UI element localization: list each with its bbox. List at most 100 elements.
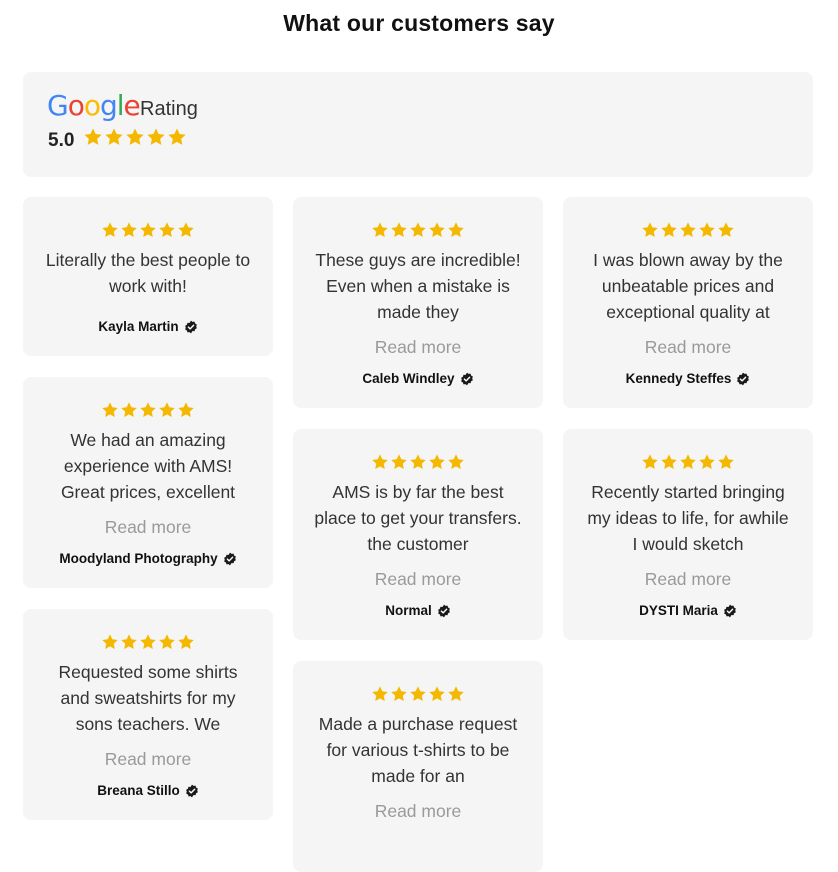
read-more-link[interactable]: Read more — [23, 517, 273, 538]
star-icon — [126, 128, 144, 145]
review-card: Recently started bringing my ideas to li… — [563, 429, 813, 640]
review-author: Breana Stillo — [23, 783, 273, 798]
verified-badge-icon — [460, 372, 473, 385]
review-stars — [563, 221, 813, 239]
google-logo-letter: G — [47, 89, 69, 122]
review-stars — [23, 633, 273, 651]
review-text: AMS is by far the best place to get your… — [314, 482, 522, 554]
star-icon — [391, 222, 407, 238]
star-icon — [699, 454, 715, 470]
star-icon — [102, 634, 118, 650]
review-card: Literally the best people to work with! K… — [23, 197, 273, 356]
review-text: These guys are incredible! Even when a m… — [315, 250, 521, 322]
star-icon — [699, 222, 715, 238]
author-name: DYSTI Maria — [639, 603, 718, 618]
star-icon — [84, 128, 102, 145]
read-more-link[interactable]: Read more — [563, 337, 813, 358]
star-icon — [661, 222, 677, 238]
star-icon — [372, 222, 388, 238]
read-more-link[interactable]: Read more — [563, 569, 813, 590]
review-card: These guys are incredible! Even when a m… — [293, 197, 543, 408]
review-card: We had an amazing experience with AMS! G… — [23, 377, 273, 588]
google-rating-summary: Google Rating 5.0 — [23, 72, 813, 177]
star-icon — [140, 222, 156, 238]
star-icon — [159, 402, 175, 418]
review-stars — [23, 401, 273, 419]
google-logo-letter: e — [123, 89, 141, 122]
star-icon — [159, 634, 175, 650]
star-icon — [372, 686, 388, 702]
review-text: Requested some shirts and sweatshirts fo… — [58, 662, 238, 734]
review-stars — [563, 453, 813, 471]
google-logo-letter: o — [83, 89, 101, 122]
star-icon — [410, 686, 426, 702]
author-name: Normal — [385, 603, 432, 618]
star-icon — [121, 634, 137, 650]
google-logo: Google — [47, 89, 141, 122]
review-stars — [293, 221, 543, 239]
star-icon — [159, 222, 175, 238]
star-icon — [448, 222, 464, 238]
review-stars — [293, 685, 543, 703]
verified-badge-icon — [184, 320, 197, 333]
star-icon — [661, 454, 677, 470]
star-icon — [718, 454, 734, 470]
review-author: Caleb Windley — [293, 371, 543, 386]
star-icon — [121, 222, 137, 238]
star-icon — [178, 402, 194, 418]
review-author: DYSTI Maria — [563, 603, 813, 618]
author-name: Kayla Martin — [98, 319, 179, 334]
read-more-link[interactable]: Read more — [293, 569, 543, 590]
star-icon — [102, 222, 118, 238]
author-name: Kennedy Steffes — [625, 371, 732, 386]
section-title: What our customers say — [283, 10, 555, 36]
verified-badge-icon — [185, 784, 198, 797]
review-text: Made a purchase request for various t-sh… — [318, 714, 518, 786]
review-card: Made a purchase request for various t-sh… — [293, 661, 543, 872]
google-logo-letter: g — [99, 89, 118, 122]
review-author: Kayla Martin — [23, 319, 273, 334]
rating-score: 5.0 — [48, 130, 75, 151]
review-author: Moodyland Photography — [23, 551, 273, 566]
verified-badge-icon — [724, 604, 736, 617]
review-text: Recently started bringing my ideas to li… — [587, 482, 789, 554]
verified-badge-icon — [223, 552, 236, 565]
star-icon — [140, 634, 156, 650]
google-logo-letter: o — [67, 89, 85, 122]
review-card: AMS is by far the best place to get your… — [293, 429, 543, 640]
star-icon — [391, 454, 407, 470]
star-icon — [140, 402, 156, 418]
star-icon — [168, 128, 186, 145]
star-icon — [642, 222, 658, 238]
star-icon — [429, 222, 445, 238]
rating-label: Rating — [140, 98, 198, 120]
star-icon — [429, 454, 445, 470]
read-more-link[interactable]: Read more — [293, 337, 543, 358]
read-more-link[interactable]: Read more — [23, 749, 273, 770]
star-icon — [105, 128, 123, 145]
review-card: I was blown away by the unbeatable price… — [563, 197, 813, 408]
review-text: We had an amazing experience with AMS! G… — [60, 430, 236, 502]
author-name: Caleb Windley — [362, 371, 455, 386]
star-icon — [121, 402, 137, 418]
verified-badge-icon — [737, 372, 750, 385]
review-card: Requested some shirts and sweatshirts fo… — [23, 609, 273, 820]
star-icon — [718, 222, 734, 238]
author-name: Breana Stillo — [97, 783, 180, 798]
star-icon — [410, 454, 426, 470]
review-stars — [23, 221, 273, 239]
star-icon — [680, 222, 696, 238]
read-more-link[interactable]: Read more — [293, 801, 543, 822]
star-icon — [448, 454, 464, 470]
star-icon — [178, 634, 194, 650]
star-icon — [642, 454, 658, 470]
rating-stars — [83, 127, 187, 147]
review-author: Normal — [293, 603, 543, 618]
star-icon — [372, 454, 388, 470]
review-text: Literally the best people to work with! — [45, 250, 251, 296]
star-icon — [102, 402, 118, 418]
review-text: I was blown away by the unbeatable price… — [593, 250, 783, 322]
star-icon — [391, 686, 407, 702]
star-icon — [680, 454, 696, 470]
verified-badge-icon — [437, 604, 450, 617]
